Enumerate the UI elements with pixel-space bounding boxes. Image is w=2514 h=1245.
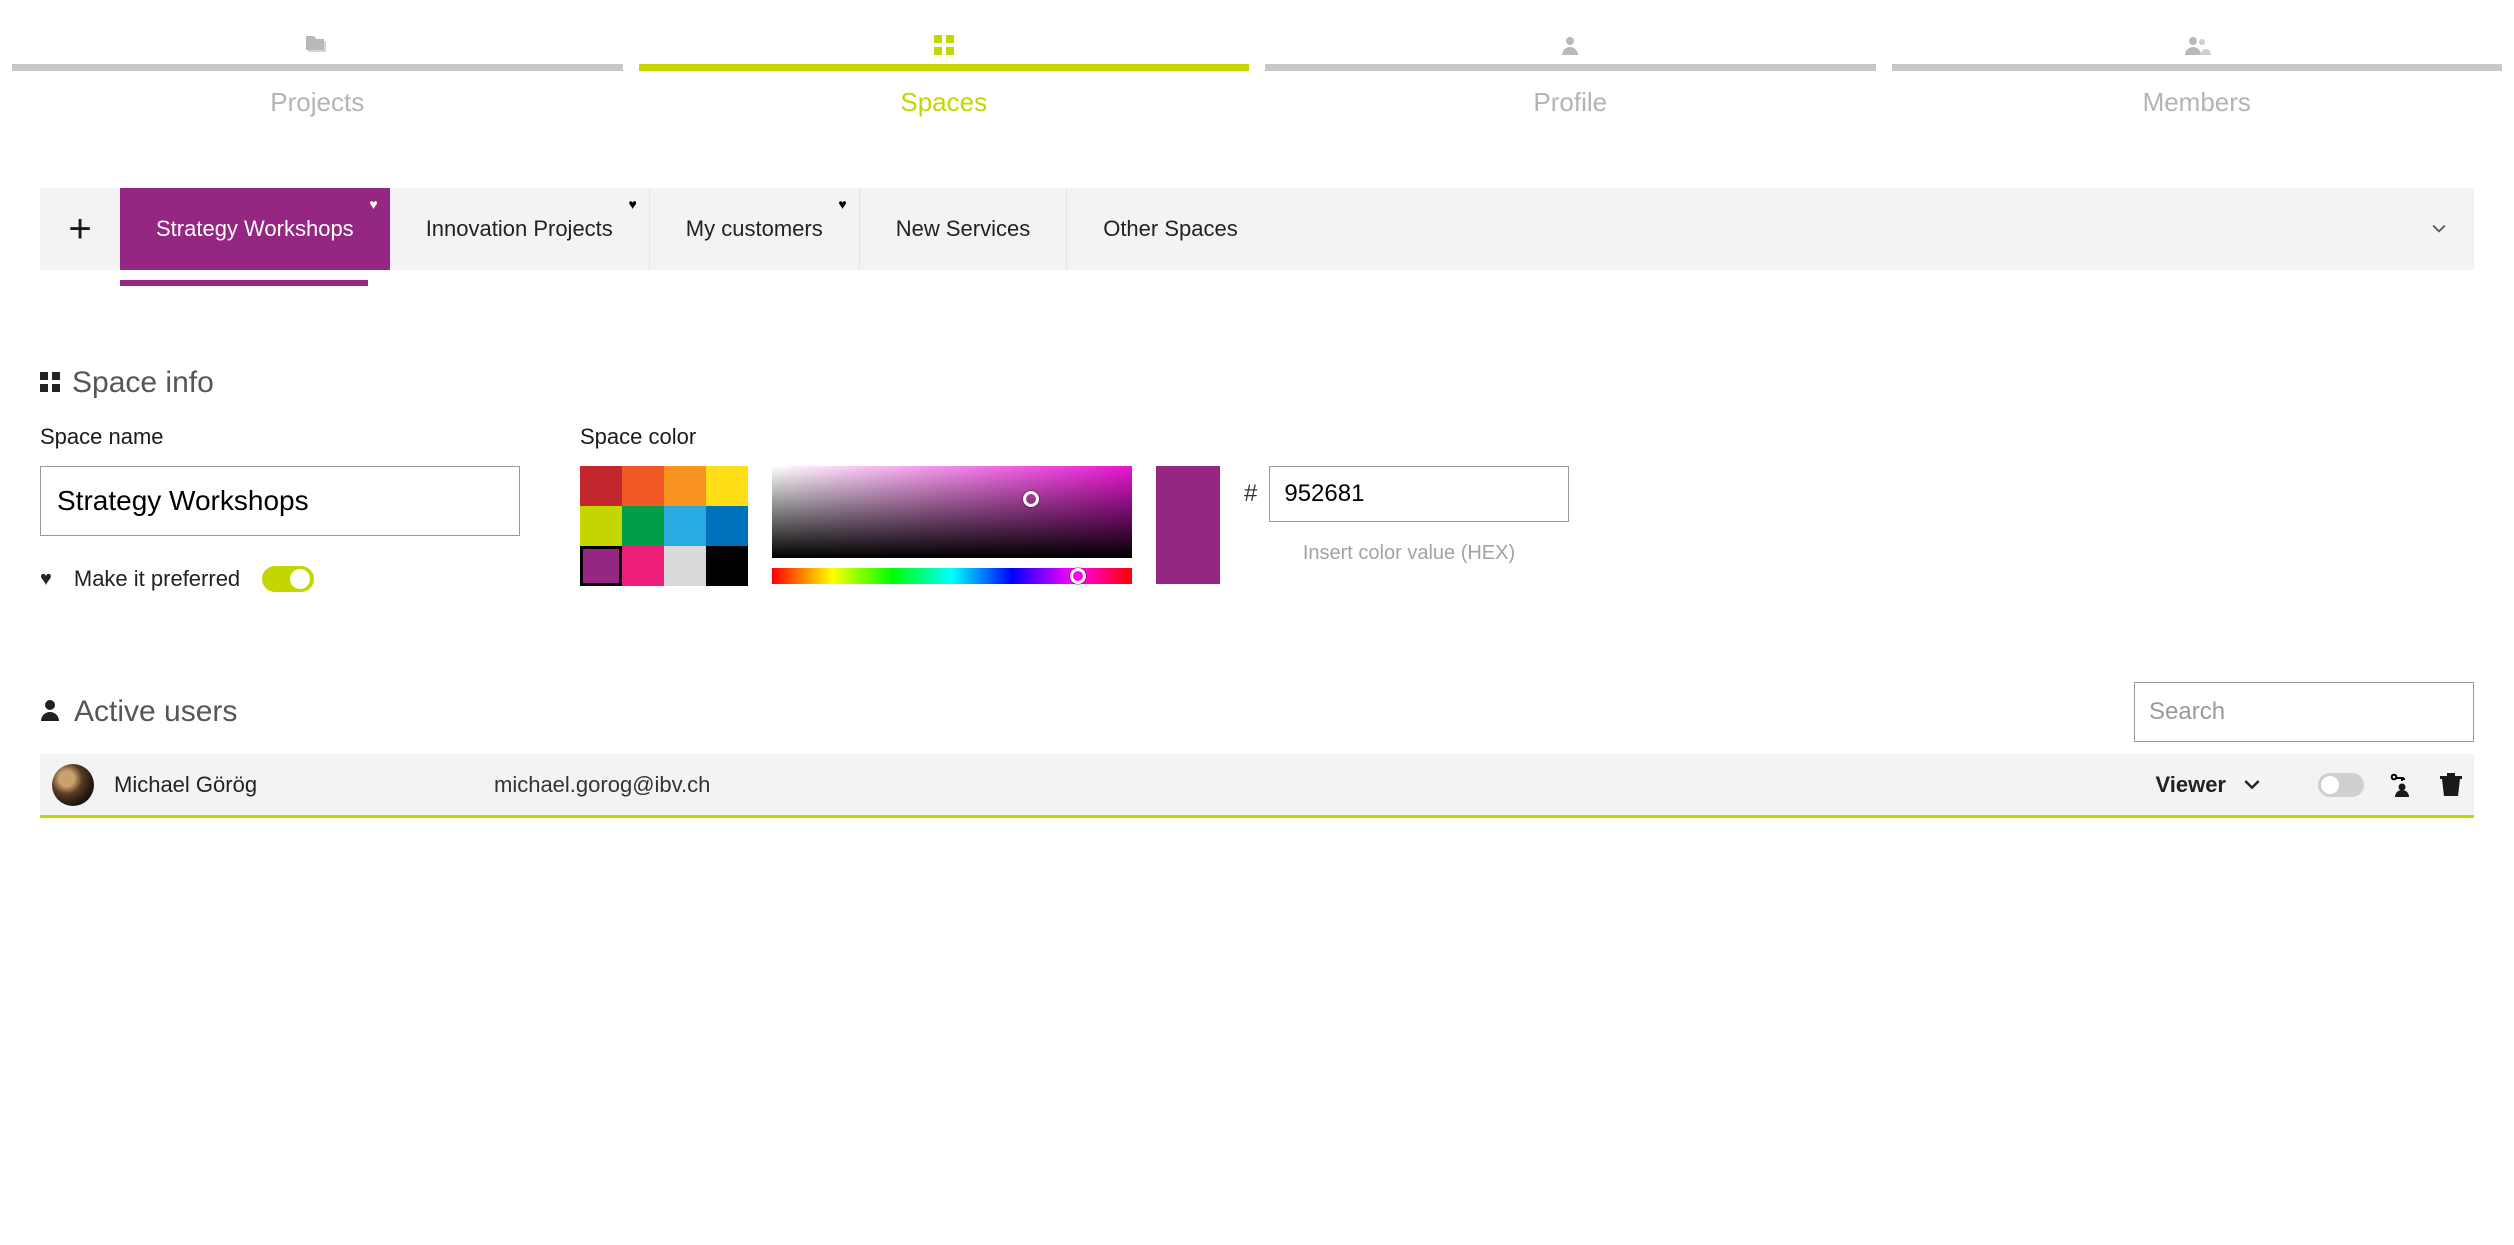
section-header: Space info [40, 366, 2474, 400]
space-name-field-group: Space name ♥ Make it preferred [40, 424, 520, 592]
trash-icon [2440, 773, 2462, 797]
space-name-label: Space name [40, 424, 520, 450]
color-swatch[interactable] [580, 546, 622, 586]
color-preview [1156, 466, 1220, 584]
saturation-value-picker[interactable] [772, 466, 1132, 558]
spaces-bar: + ♥ Strategy Workshops ♥ Innovation Proj… [40, 188, 2474, 270]
space-tab-my-customers[interactable]: ♥ My customers [650, 188, 860, 270]
nav-tab-label: Projects [270, 87, 364, 118]
user-role-select[interactable]: Viewer [2147, 772, 2268, 798]
space-color-label: Space color [580, 424, 1574, 450]
space-tab-label: New Services [896, 216, 1030, 242]
color-swatch[interactable] [622, 546, 664, 586]
users-search-input[interactable] [2134, 682, 2474, 742]
heart-icon: ♥ [628, 196, 636, 212]
nav-tab-profile[interactable]: Profile [1265, 32, 1876, 118]
color-swatch[interactable] [706, 506, 748, 546]
user-name: Michael Görög [114, 772, 474, 798]
nav-tab-label: Profile [1533, 87, 1607, 118]
section-title: Space info [72, 366, 214, 400]
heart-icon: ♥ [40, 568, 52, 591]
space-info-section: Space info Space name ♥ Make it preferre… [0, 366, 2514, 592]
space-tabs: ♥ Strategy Workshops ♥ Innovation Projec… [120, 188, 1274, 270]
hex-help-text: Insert color value (HEX) [1244, 542, 1574, 565]
satval-handle-icon [1023, 491, 1039, 507]
user-role-label: Viewer [2155, 772, 2226, 798]
active-users-section: Active users Michael Görög michael.gorog… [0, 682, 2514, 818]
nav-tab-members[interactable]: Members [1892, 32, 2503, 118]
hex-input[interactable] [1269, 466, 1569, 522]
color-swatch[interactable] [706, 466, 748, 506]
color-swatch[interactable] [664, 466, 706, 506]
space-name-input[interactable] [40, 466, 520, 536]
color-swatch[interactable] [580, 466, 622, 506]
heart-icon: ♥ [369, 196, 377, 212]
plus-icon: + [68, 207, 91, 252]
space-tab-label: Strategy Workshops [156, 216, 354, 242]
space-tab-strategy-workshops[interactable]: ♥ Strategy Workshops [120, 188, 390, 270]
user-email: michael.gorog@ibv.ch [494, 772, 2127, 798]
color-swatch[interactable] [622, 506, 664, 546]
key-user-icon [2390, 773, 2414, 797]
hex-input-group: # Insert color value (HEX) [1244, 466, 1574, 565]
spaces-overflow[interactable] [1274, 188, 2474, 270]
color-swatch[interactable] [664, 546, 706, 586]
nav-tab-label: Spaces [900, 87, 987, 118]
projects-icon [305, 32, 329, 58]
space-tab-new-services[interactable]: New Services [860, 188, 1067, 270]
user-row: Michael Görög michael.gorog@ibv.ch Viewe… [40, 754, 2474, 818]
user-enabled-toggle[interactable] [2318, 773, 2364, 797]
heart-icon: ♥ [838, 196, 846, 212]
hash-symbol: # [1244, 480, 1257, 508]
space-tab-other-spaces[interactable]: Other Spaces [1067, 188, 1274, 270]
user-key-button[interactable] [2390, 773, 2414, 797]
chevron-down-icon [2432, 222, 2446, 236]
nav-tab-spaces[interactable]: Spaces [639, 32, 1250, 118]
add-space-button[interactable]: + [40, 188, 120, 270]
make-preferred-row: ♥ Make it preferred [40, 566, 520, 592]
nav-tab-label: Members [2143, 87, 2251, 118]
user-delete-button[interactable] [2440, 773, 2462, 797]
space-tab-label: Other Spaces [1103, 216, 1238, 242]
color-swatches [580, 466, 748, 586]
space-tab-innovation-projects[interactable]: ♥ Innovation Projects [390, 188, 650, 270]
user-icon [40, 695, 60, 729]
make-preferred-label: Make it preferred [74, 566, 240, 592]
color-swatch[interactable] [622, 466, 664, 506]
color-swatch[interactable] [706, 546, 748, 586]
avatar [52, 764, 94, 806]
user-row-actions [2318, 773, 2462, 797]
space-tab-label: My customers [686, 216, 823, 242]
spaces-icon [934, 32, 954, 58]
spaces-row: + ♥ Strategy Workshops ♥ Innovation Proj… [0, 188, 2514, 286]
color-swatch[interactable] [580, 506, 622, 546]
hue-slider[interactable] [772, 568, 1132, 584]
active-space-underline [120, 280, 368, 286]
make-preferred-toggle[interactable] [262, 566, 314, 592]
grid-icon [40, 366, 60, 400]
nav-tab-projects[interactable]: Projects [12, 32, 623, 118]
color-swatch[interactable] [664, 506, 706, 546]
top-nav: Projects Spaces Profile Members [0, 0, 2514, 118]
space-color-field-group: Space color # Insert [580, 424, 1574, 586]
section-header: Active users [40, 695, 237, 729]
chevron-down-icon [2244, 777, 2260, 793]
hue-handle-icon [1070, 568, 1086, 584]
profile-icon [1560, 32, 1580, 58]
color-gradient-group [772, 466, 1132, 584]
members-icon [2183, 32, 2211, 58]
section-title: Active users [74, 695, 237, 729]
space-tab-label: Innovation Projects [426, 216, 613, 242]
